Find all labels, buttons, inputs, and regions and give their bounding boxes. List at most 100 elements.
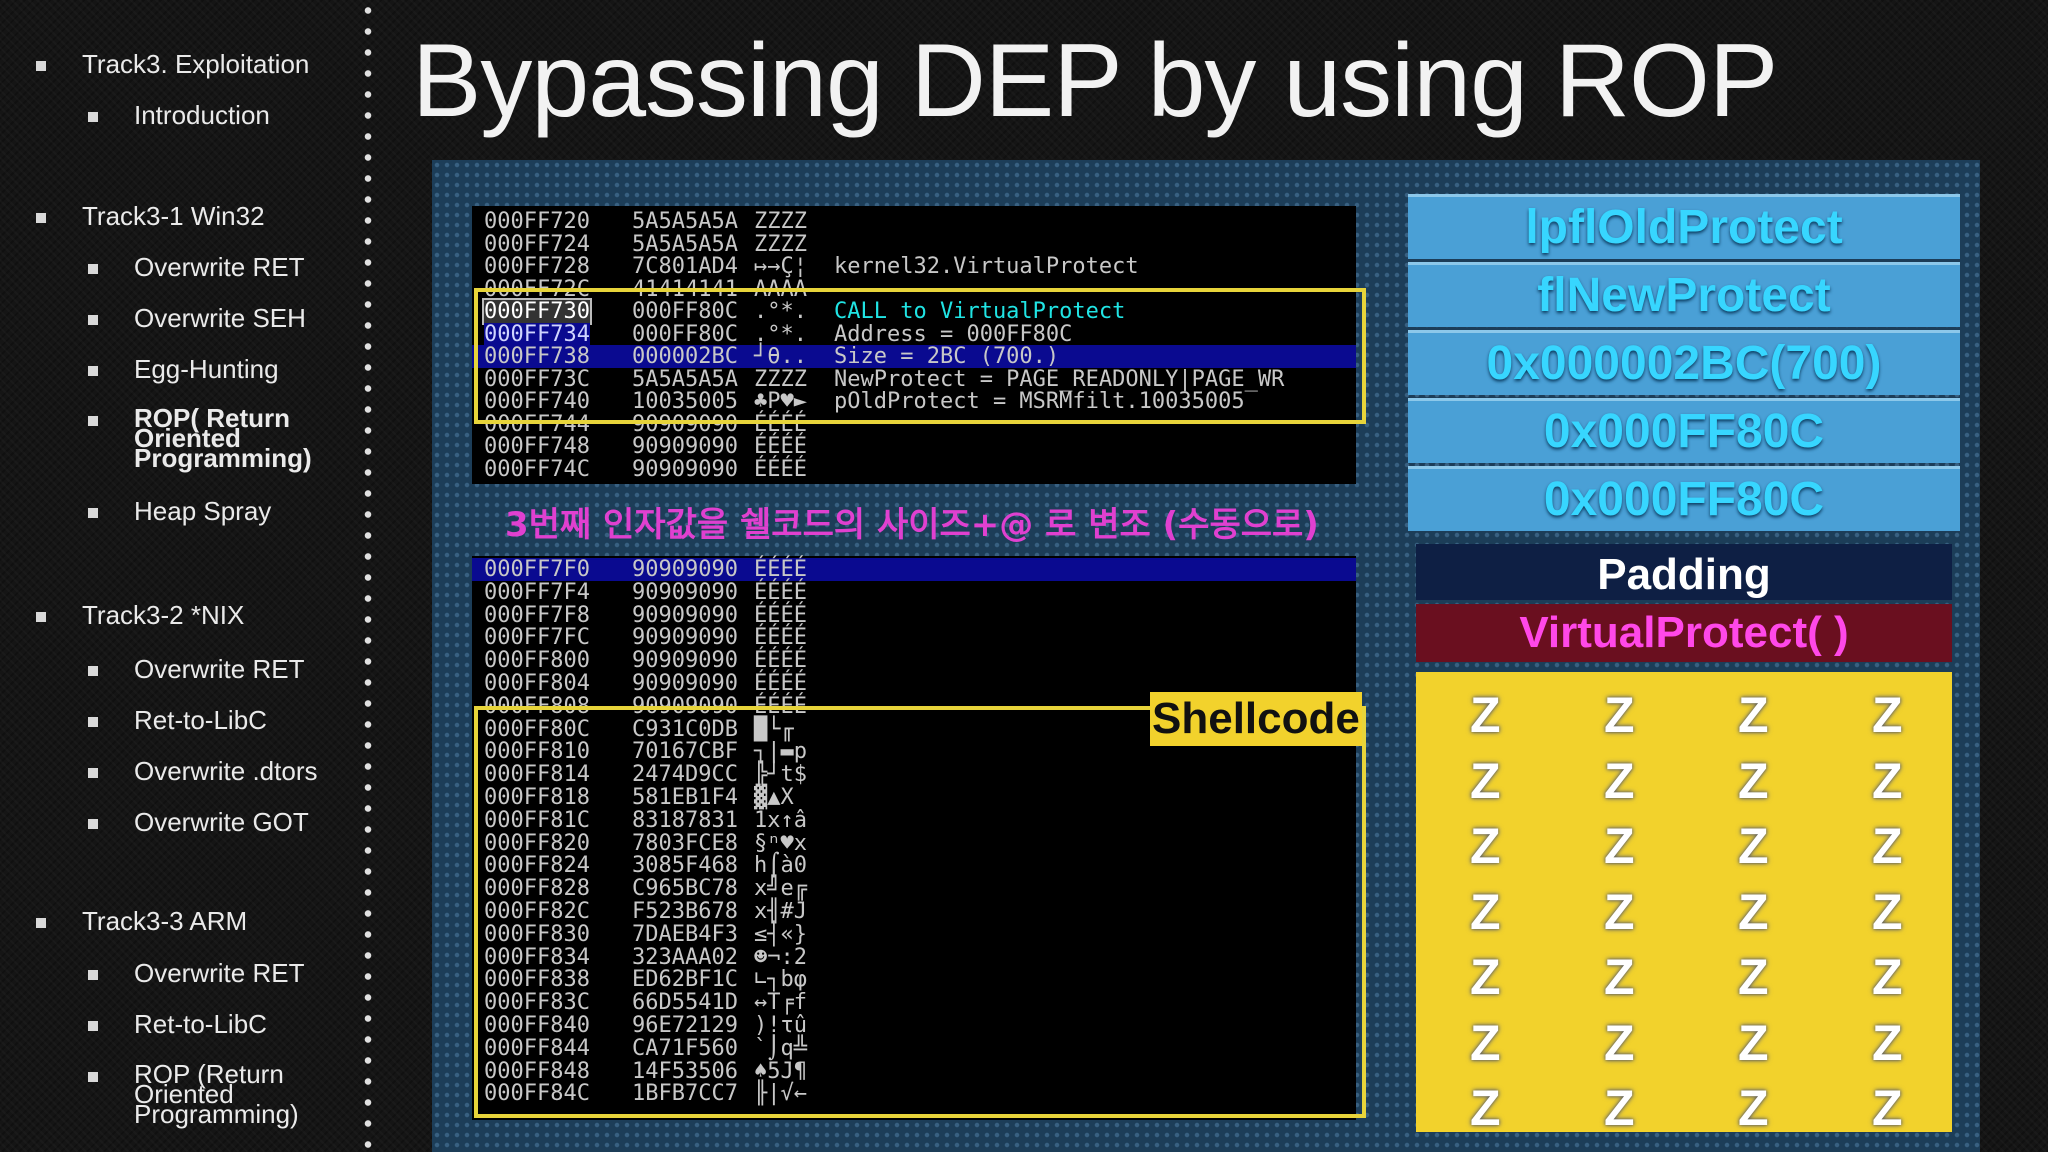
outline-label: Introduction [134, 100, 270, 130]
stack-ascii: ZZZZ [754, 209, 807, 234]
bullet-icon [88, 508, 98, 518]
z-char: Z [1872, 883, 1903, 940]
z-char: Z [1604, 687, 1635, 743]
stack-ascii: ÉÉÉÉ [754, 434, 807, 459]
stack-cell-padding: Padding [1416, 544, 1952, 600]
stack-row[interactable]: 000FF728 7C801AD4 ↦→Ç¦ kernel32.VirtualProt… [472, 255, 1356, 278]
z-char: Z [1470, 752, 1501, 809]
stack-ascii: ÉÉÉÉ [754, 625, 807, 651]
outline-label: Heap Spray [134, 496, 272, 526]
stack-cell-virtualprotect: VirtualProtect( ) [1416, 604, 1952, 662]
z-char: Z [1470, 1014, 1501, 1071]
outline-label: ROP (Return Oriented Programming) [134, 1059, 299, 1129]
stack-cell-return-address: 0x000FF80C [1408, 466, 1960, 531]
stack-cell-size: 0x000002BC(700) [1408, 330, 1960, 395]
outline-item-active: ROP( Return Oriented Programming) [88, 403, 334, 473]
stack-value: 90909090 [632, 625, 738, 651]
stack-value: 5A5A5A5A [632, 231, 738, 257]
outline-item: Overwrite RET [88, 960, 304, 986]
stack-value: 90909090 [632, 456, 738, 482]
z-char: Z [1604, 1080, 1635, 1136]
stack-ascii: ÉÉÉÉ [754, 456, 807, 482]
annotation-note: 3번째 인자값을 쉘코드의 사이즈+@ 로 변조 (수동으로) [505, 505, 1319, 545]
z-char: Z [1738, 687, 1769, 743]
outline-item: Overwrite SEH [88, 303, 306, 333]
z-char: Z [1470, 687, 1501, 743]
outline-label: Overwrite GOT [134, 807, 309, 837]
stack-row[interactable]: 000FF7F4 90909090 ÉÉÉÉ [472, 581, 1356, 604]
outline-label: Ret-to-LibC [134, 705, 267, 735]
z-char: Z [1604, 949, 1635, 1005]
bullet-icon [88, 1021, 98, 1031]
outline-item: Track3-3 ARM [36, 906, 248, 936]
outline-label: Track3-2 *NIX [82, 600, 245, 630]
stack-ascii: ÉÉÉÉ [754, 557, 807, 582]
outline-item: Overwrite .dtors [88, 756, 318, 786]
stack-row[interactable]: 000FF74C 90909090 ÉÉÉÉ [472, 458, 1356, 481]
z-char: Z [1872, 1080, 1903, 1136]
z-char: Z [1872, 818, 1903, 874]
z-char: Z [1738, 752, 1769, 809]
z-char: Z [1872, 687, 1903, 743]
outline-label: ROP( Return Oriented Programming) [134, 403, 312, 473]
outline-item: Overwrite GOT [88, 807, 309, 837]
outline-item: Track3. Exploitation [36, 49, 310, 79]
highlight-frame-arguments [474, 288, 1366, 424]
z-char: Z [1738, 818, 1769, 874]
stack-value: 90909090 [632, 434, 738, 459]
z-char: Z [1604, 1014, 1635, 1071]
stack-row[interactable]: 000FF724 5A5A5A5A ZZZZ [472, 233, 1356, 256]
stack-address: 000FF7F8 [484, 602, 590, 628]
outline-item: Track3-1 Win32 [36, 203, 265, 229]
outline-label: Track3. Exploitation [82, 49, 310, 79]
bullet-icon [36, 213, 46, 223]
z-char: Z [1872, 949, 1903, 1005]
outline-sidebar: Track3. Exploitation Introduction Track3… [0, 0, 360, 1152]
z-char: Z [1738, 949, 1769, 1005]
stack-address: 000FF74C [484, 456, 590, 482]
z-char: Z [1604, 883, 1635, 940]
z-char: Z [1470, 1080, 1501, 1136]
z-char: Z [1470, 883, 1501, 940]
outline-item: Overwrite RET [88, 654, 305, 684]
bullet-icon [88, 366, 98, 376]
z-char: Z [1872, 1014, 1903, 1071]
stack-value: 90909090 [632, 557, 738, 582]
stack-ascii: ZZZZ [754, 231, 807, 257]
stack-cell-lpfloldprotect: lpflOldProtect [1408, 194, 1960, 259]
z-char: Z [1738, 1080, 1769, 1136]
outline-label: Overwrite SEH [134, 303, 306, 333]
stack-address: 000FF748 [484, 434, 590, 459]
stack-row[interactable]: 000FF748 90909090 ÉÉÉÉ [472, 435, 1356, 458]
outline-label: Track3-3 ARM [82, 906, 248, 936]
bullet-icon [88, 112, 98, 122]
stack-ascii: ÉÉÉÉ [754, 602, 807, 628]
slide-title: Bypassing DEP by using ROP [412, 23, 1778, 139]
bullet-icon [88, 416, 98, 426]
stack-row[interactable]: 000FF800 90909090 ÉÉÉÉ [472, 649, 1356, 672]
bullet-icon [88, 315, 98, 325]
outline-label: Overwrite RET [134, 252, 305, 282]
stack-ascii: ÉÉÉÉ [754, 671, 807, 696]
stack-ascii: ÉÉÉÉ [754, 579, 807, 605]
stack-row[interactable]: 000FF7F8 90909090 ÉÉÉÉ [472, 604, 1356, 627]
outline-item: Introduction [88, 100, 270, 130]
stack-value: 90909090 [632, 579, 738, 605]
outline-item: Ret-to-LibC [88, 705, 267, 735]
stack-comment: kernel32.VirtualProtect [834, 254, 1139, 279]
z-char: Z [1738, 1014, 1769, 1071]
bullet-icon [88, 717, 98, 727]
stack-row[interactable]: 000FF7F0 90909090 ÉÉÉÉ [472, 558, 1356, 581]
stack-row[interactable]: 000FF7FC 90909090 ÉÉÉÉ [472, 626, 1356, 649]
outline-label: Overwrite RET [134, 654, 305, 684]
bullet-icon [36, 918, 46, 928]
outline-item: Ret-to-LibC [88, 1011, 267, 1037]
bullet-icon [36, 612, 46, 622]
z-char: Z [1738, 883, 1769, 940]
outline-item: Track3-2 *NIX [36, 600, 245, 630]
outline-label: Egg-Hunting [134, 354, 279, 384]
highlight-frame-shellcode [474, 706, 1366, 1118]
stack-address: 000FF800 [484, 648, 590, 674]
outline-label: Overwrite .dtors [134, 756, 318, 786]
stack-row[interactable]: 000FF720 5A5A5A5A ZZZZ [472, 210, 1356, 233]
